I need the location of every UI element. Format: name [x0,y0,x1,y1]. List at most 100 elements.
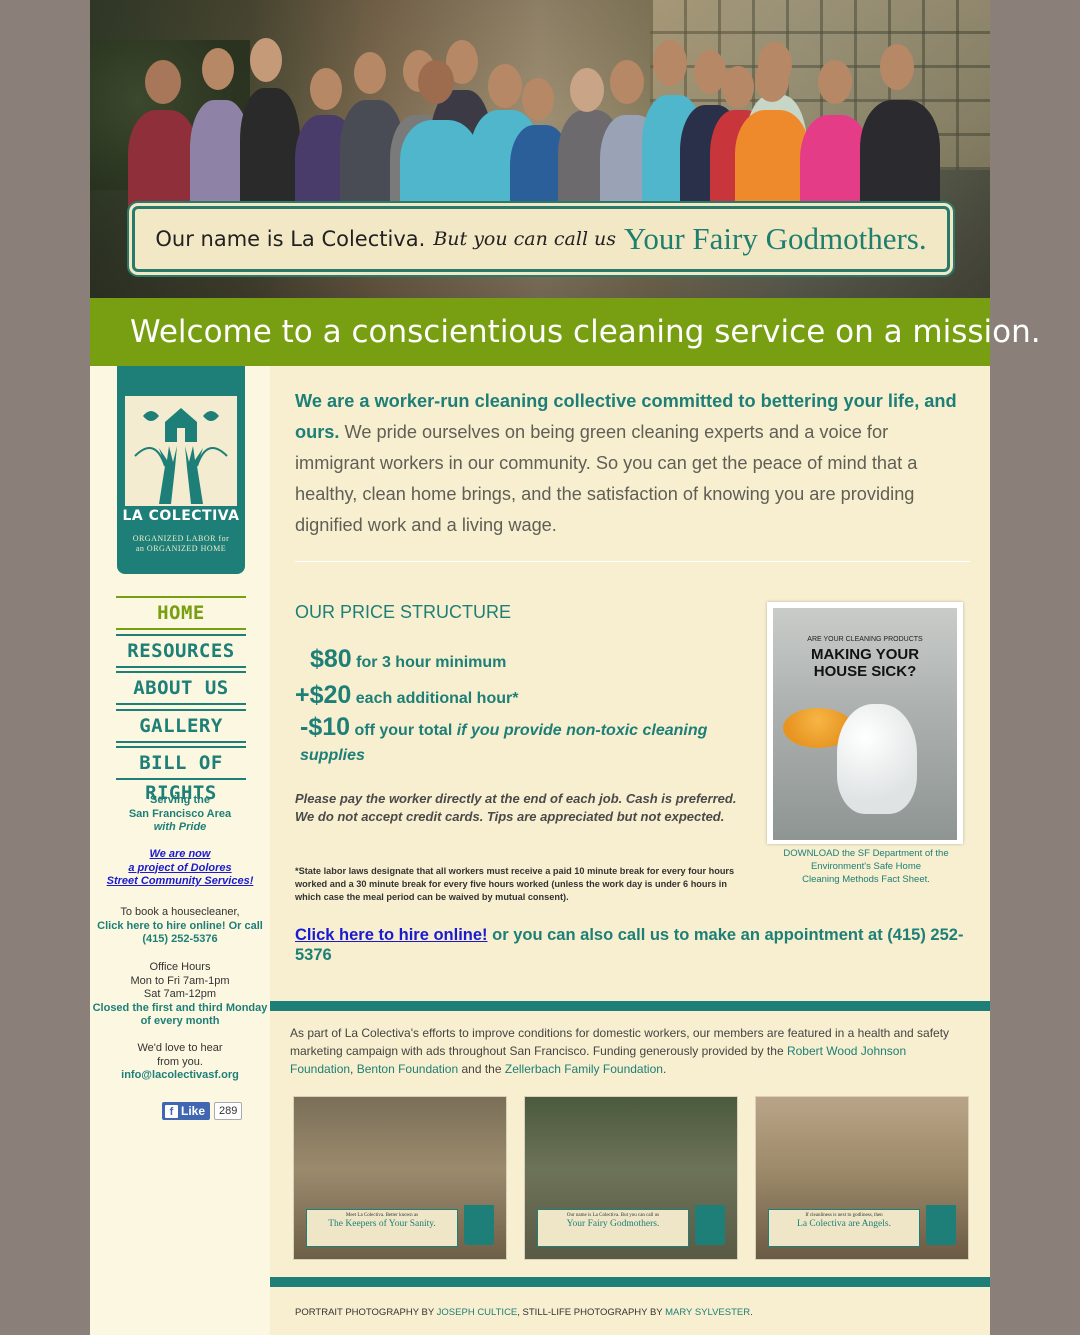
phone-number: (415) 252-5376 [142,933,218,945]
teapot-icon [837,704,917,814]
main-nav: HOME RESOURCES ABOUT US GALLERY BILL OF … [116,596,246,804]
closed-note: Closed the first and third Monday [92,1001,268,1014]
project-link[interactable]: We are now a project of Dolores Street C… [90,848,270,889]
section-band [270,1001,990,1011]
closed-note: of every month [140,1015,220,1027]
credits-text: PORTRAIT PHOTOGRAPHY BY [295,1307,437,1318]
labor-law-note: *State labor laws designate that all wor… [295,866,735,902]
hero-banner: Our name is La Colectiva. But you can ca… [132,206,950,272]
welcome-banner: Welcome to a conscientious cleaning serv… [90,298,1041,366]
poster-image: ARE YOUR CLEANING PRODUCTS MAKING YOUR H… [773,608,957,840]
office-hours-line: Sat 7am-12pm [143,988,217,1000]
divider [295,561,970,562]
campaign-ad[interactable]: If cleanliness is next to godliness, the… [755,1096,969,1260]
nav-bill-of-rights[interactable]: BILL OF RIGHTS [116,746,246,804]
campaign-ad[interactable]: Our name is La Colectiva. But you can ca… [524,1096,738,1260]
ad-kicker: Meet La Colectiva. Better known as [345,1213,419,1218]
hero-person-head [145,60,181,104]
fact-sheet-caption-line: Cleaning Methods Fact Sheet. [802,874,930,885]
price-amount: $80 [310,645,352,673]
facebook-icon: f [165,1104,178,1118]
benton-foundation-link[interactable]: Benton Foundation [357,1062,458,1076]
serving-line: San Francisco Area [128,807,232,820]
hero-person [860,100,940,220]
house-hands-icon [134,408,228,504]
price-structure-title: OUR PRICE STRUCTURE [295,602,512,622]
hire-online-link[interactable]: Click here to hire online! Or call [90,920,270,934]
office-hours-title: Office Hours [149,961,211,973]
poster-headline-line: HOUSE SICK? [813,663,917,680]
logo-brand: LA COLECTIVA [122,508,240,524]
price-line-base: $80 for 3 hour minimum [310,645,506,674]
project-link-line: We are now [149,848,211,860]
hero-person-head [880,44,914,90]
hero-banner-text: Our name is La Colectiva. [155,227,426,251]
campaign-ad[interactable]: Meet La Colectiva. Better known as The K… [293,1096,507,1260]
nav-about-us[interactable]: ABOUT US [116,671,246,705]
zellerbach-foundation-link[interactable]: Zellerbach Family Foundation [505,1062,663,1076]
intro-paragraph: We are a worker-run cleaning collective … [295,386,960,541]
hire-online-link[interactable]: Click here to hire online! [295,926,488,944]
hero-person-head [653,40,687,86]
office-hours-line: Mon to Fri 7am-1pm [130,974,230,987]
ad-headline: The Keepers of Your Sanity. [328,1219,436,1229]
facebook-like-label: Like [181,1104,206,1118]
ad-kicker: Our name is La Colectiva. But you can ca… [566,1213,660,1218]
serving-area: Serving the San Francisco Area with Prid… [90,794,270,835]
facebook-like-count: 289 [214,1102,243,1120]
price-line-additional: +$20 each additional hour* [295,681,518,710]
contact-text: from you. [157,1055,203,1068]
campaign-text: and the [458,1062,505,1076]
hero-person-head [488,64,522,108]
booking-text: To book a housecleaner, [120,906,240,918]
campaign-text: . [662,1062,667,1076]
price-description: off your total [354,722,453,739]
page: Our name is La Colectiva. But you can ca… [90,0,1041,1335]
photographer-link[interactable]: MARY SYLVESTER [665,1307,750,1318]
ad-headline: La Colectiva are Angels. [797,1219,891,1229]
poster-headline: MAKING YOUR HOUSE SICK? [773,646,957,680]
photographer-link[interactable]: JOSEPH CULTICE [437,1307,518,1318]
hero-banner-headline: Your Fairy Godmothers. [624,221,927,256]
logo-tagline-line: ORGANIZED LABOR for [132,534,230,543]
contact-block: We'd love to hear from you. info@lacolec… [90,1042,270,1083]
project-link-line: a project of Dolores [128,861,232,874]
facebook-like-widget: f Like 289 [162,1102,243,1120]
logo-tagline: ORGANIZED LABOR for an ORGANIZED HOME [117,534,245,554]
price-description: each additional hour* [355,690,519,707]
hero-person-head [818,60,852,104]
hero-person-head [610,60,644,104]
campaign-paragraph: As part of La Colectiva's efforts to imp… [290,1024,970,1078]
price-line-discount: -$10 off your total if you provide non-t… [300,715,760,768]
price-description: for 3 hour minimum [356,654,507,671]
ad-kicker: If cleanliness is next to godliness, the… [805,1213,883,1218]
hero-person-head [418,60,454,104]
hero-person-head [522,78,554,120]
hero-person-head [570,68,604,112]
ad-logo [464,1205,494,1245]
serving-line: Serving the [150,794,210,806]
poster-headline-line: MAKING YOUR [810,646,920,663]
fact-sheet-caption-line: DOWNLOAD the SF Department of the [783,848,949,859]
hero-person-head [354,52,386,94]
fact-sheet-download-link[interactable]: DOWNLOAD the SF Department of the Enviro… [766,847,966,886]
campaign-text: , [350,1062,357,1076]
nav-gallery[interactable]: GALLERY [116,708,246,743]
hero-banner-text-italic: But you can call us [433,228,617,250]
ad-logo [695,1205,725,1245]
email-link[interactable]: info@lacolectivasf.org [90,1069,270,1083]
poster-kicker: ARE YOUR CLEANING PRODUCTS [807,636,923,643]
facebook-like-button[interactable]: f Like [162,1102,211,1120]
nav-resources[interactable]: RESOURCES [116,633,246,668]
ad-logo [926,1205,956,1245]
nav-home[interactable]: HOME [116,596,246,630]
fact-sheet-poster[interactable]: ARE YOUR CLEANING PRODUCTS MAKING YOUR H… [767,602,963,844]
section-band [270,1277,990,1287]
fact-sheet-caption-line: Environment's Safe Home [810,861,922,872]
logo[interactable]: LA COLECTIVA ORGANIZED LABOR for an ORGA… [117,366,245,574]
ad-headline: Your Fairy Godmothers. [566,1219,660,1229]
hero-person [400,120,480,220]
price-amount: +$20 [295,681,352,709]
ad-caption: If cleanliness is next to godliness, the… [768,1209,920,1247]
hero-person-head [202,48,234,90]
